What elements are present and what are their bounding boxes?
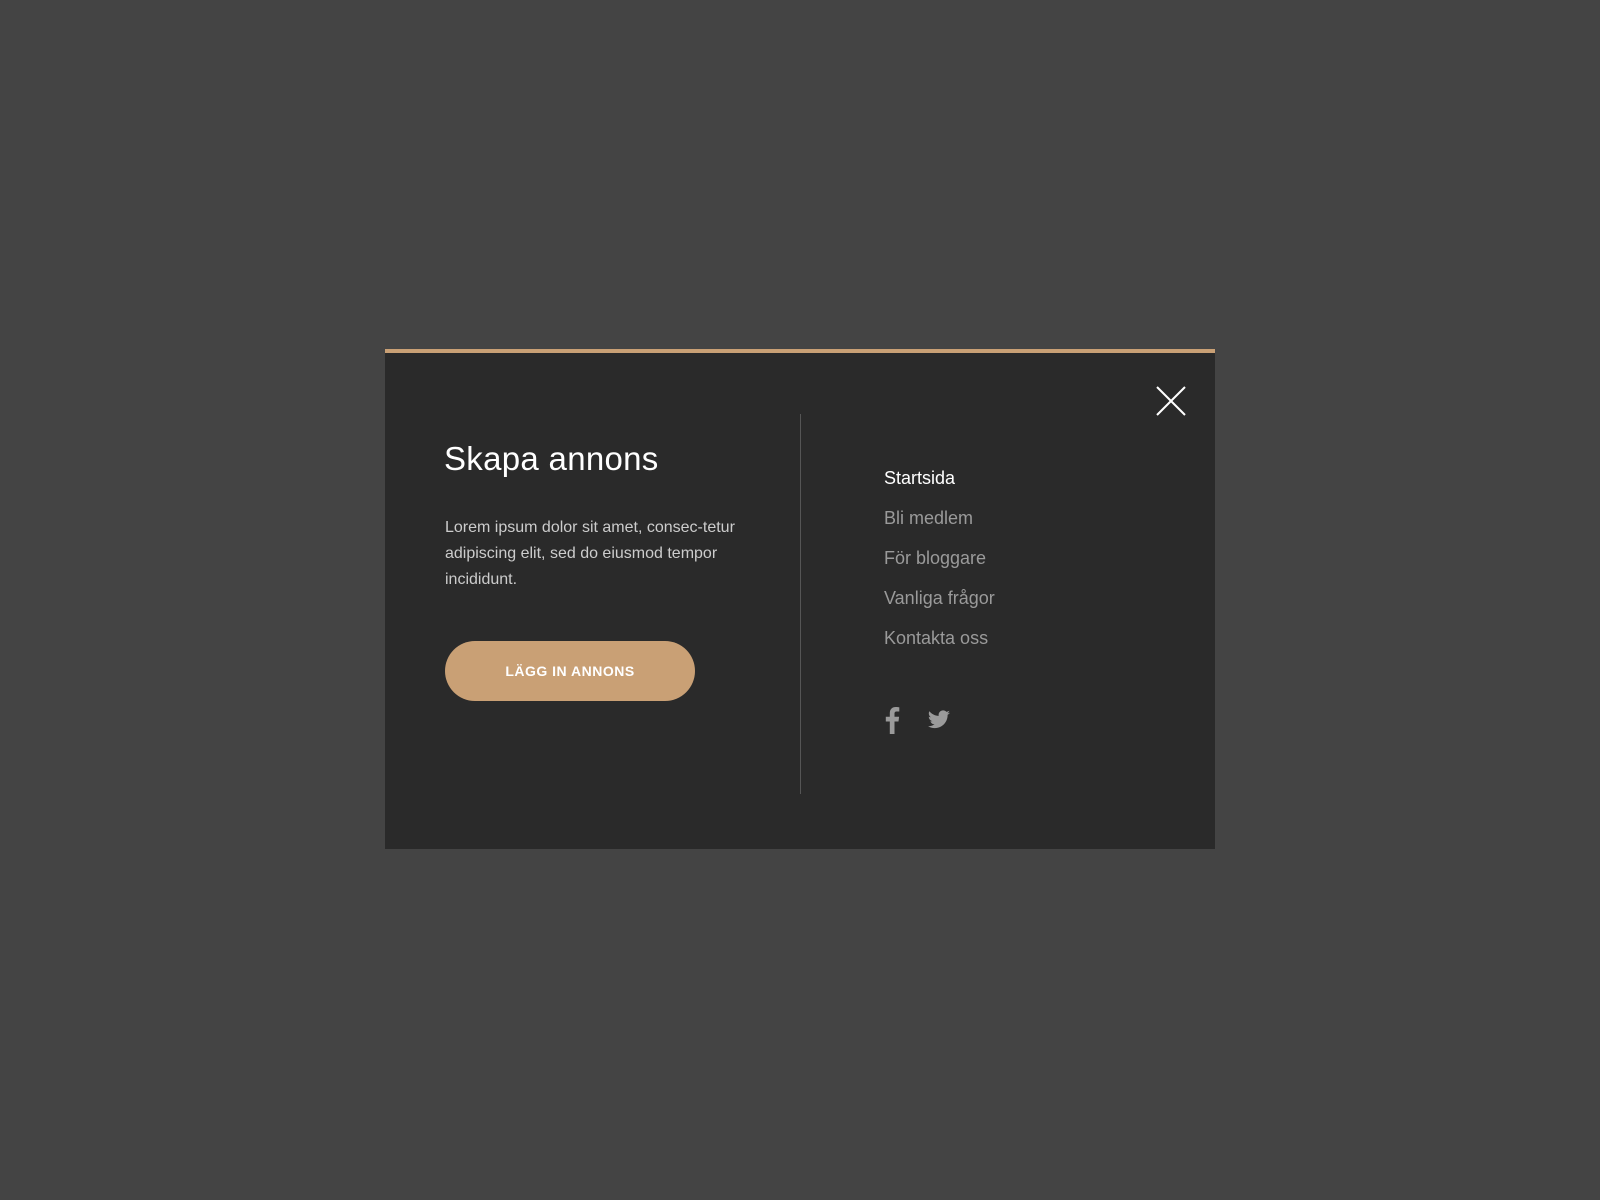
close-icon <box>1156 386 1186 416</box>
close-button[interactable] <box>1153 383 1189 419</box>
modal-title: Skapa annons <box>444 440 659 477</box>
modal-description: Lorem ipsum dolor sit amet, consec-tetur… <box>445 518 735 588</box>
column-divider <box>800 414 801 794</box>
nav-item-startsida[interactable]: Startsida <box>884 458 995 498</box>
modal-dialog: Skapa annons Lorem ipsum dolor sit amet,… <box>385 349 1215 849</box>
social-links <box>884 706 952 734</box>
facebook-link[interactable] <box>884 706 900 734</box>
nav-item-bli-medlem[interactable]: Bli medlem <box>884 498 995 538</box>
nav-menu: Startsida Bli medlem För bloggare Vanlig… <box>884 458 995 658</box>
nav-item-vanliga-fragor[interactable]: Vanliga frågor <box>884 578 995 618</box>
twitter-link[interactable] <box>926 708 952 732</box>
twitter-icon <box>927 710 950 729</box>
facebook-icon <box>885 707 900 734</box>
nav-item-kontakta-oss[interactable]: Kontakta oss <box>884 618 995 658</box>
add-ad-button[interactable]: LÄGG IN ANNONS <box>445 641 695 701</box>
nav-item-for-bloggare[interactable]: För bloggare <box>884 538 995 578</box>
create-ad-section: Skapa annons Lorem ipsum dolor sit amet,… <box>444 439 764 593</box>
